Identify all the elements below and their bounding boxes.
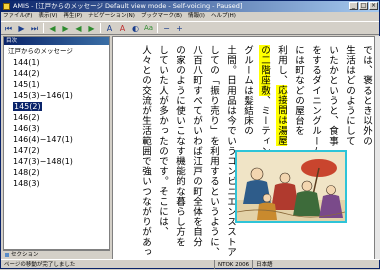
text-column: の家のように使いこなす機能的な暮らし方を: [174, 45, 185, 247]
status-engine: NTOK 2006: [214, 260, 252, 269]
text-column: には町などの屋台を: [293, 45, 304, 136]
play-icon[interactable]: ▶: [16, 23, 27, 34]
fast-forward-icon[interactable]: ▶: [86, 23, 97, 34]
menu-play[interactable]: 再生(P): [64, 12, 83, 21]
toolbar-separator: [100, 23, 101, 33]
rewind-icon[interactable]: ◀: [73, 23, 84, 34]
text-column: 利用し、応接間は湯屋: [276, 45, 287, 147]
prev-section-icon[interactable]: ⏮: [3, 23, 14, 34]
font-size-icon[interactable]: A: [104, 23, 115, 34]
toolbar-separator: [157, 23, 158, 33]
maximize-button[interactable]: □: [359, 2, 368, 10]
text-column: 八百八町すべてがいわば江戸の町全体を自分: [191, 45, 202, 247]
menu-view[interactable]: 表示(V): [38, 12, 57, 21]
ukiyoe-illustration: [235, 150, 347, 223]
close-button[interactable]: ×: [369, 2, 378, 10]
menu-help[interactable]: ヘルプ(H): [211, 12, 236, 21]
table-of-contents-pane: 目次 江戸からのメッセージ 144(1) 144(2) 145(1) 145(3…: [3, 36, 110, 250]
status-bar: ページの移動が完了しました NTOK 2006 日本語: [1, 259, 379, 269]
window-title: AMIS - [江戸からのメッセージ Default view mode - S…: [13, 2, 243, 10]
status-language: 日本語: [252, 260, 276, 269]
toc-tree: 江戸からのメッセージ 144(1) 144(2) 145(1) 145(3)−1…: [4, 45, 109, 189]
highlighted-phrase: の二階座敷: [259, 45, 270, 96]
menu-bookmarks[interactable]: ブックマーク(B): [141, 12, 182, 21]
toc-header: 目次: [4, 37, 109, 45]
toc-item[interactable]: 147(3)−148(1): [8, 156, 109, 167]
app-icon: [3, 3, 10, 10]
menu-file[interactable]: ファイル(F): [3, 12, 32, 21]
text-view[interactable]: では、褒るとき以外の 生活はどのようにして いたかというと、食事 をするダイニン…: [112, 36, 375, 260]
forward-icon[interactable]: ▶: [60, 23, 71, 34]
font-color-icon[interactable]: A: [117, 23, 128, 34]
menu-bar: ファイル(F) 表示(V) 再生(P) ナビゲーション(N) ブックマーク(B)…: [1, 12, 379, 21]
text-column: しての「振り売り」を利用するというように、: [208, 45, 219, 257]
vertical-scrollbar[interactable]: [375, 36, 380, 260]
highlighted-phrase: 応接間は湯屋: [276, 85, 287, 147]
toc-item[interactable]: 147(2): [8, 145, 109, 156]
toc-item-selected[interactable]: 145(2): [8, 101, 109, 112]
text-column: をするダイニングルーム: [310, 45, 321, 157]
menu-info[interactable]: 情報(I): [188, 12, 205, 21]
text-column: では、褒るとき以外の: [361, 45, 372, 146]
toc-item[interactable]: 146(4)−147(1): [8, 134, 109, 145]
text-column: していた人が多かったのです。そこには、: [157, 45, 168, 237]
toc-item[interactable]: 144(1): [8, 57, 109, 68]
text-column: 人々との交流が生活範囲で強いつながりがあった。: [140, 45, 151, 257]
toc-root[interactable]: 江戸からのメッセージ: [8, 46, 109, 57]
toc-item[interactable]: 145(1): [8, 79, 109, 90]
text-column: 土間。日用品は今でいうコンビニエンスストアと: [225, 45, 236, 257]
ukiyoe-figures: [237, 152, 345, 221]
toolbar: ⏮ ▶ ⏭ ◀ ▶ ◀ ▶ A A ◐ Aa − +: [1, 21, 379, 35]
app-window: AMIS - [江戸からのメッセージ Default view mode - S…: [0, 0, 380, 269]
status-message: ページの移動が完了しました: [4, 262, 76, 268]
toc-item[interactable]: 146(3): [8, 123, 109, 134]
next-section-icon[interactable]: ⏭: [29, 23, 40, 34]
text-column: グルームは髪結床の: [242, 45, 253, 136]
toc-item[interactable]: 146(2): [8, 112, 109, 123]
menu-navigation[interactable]: ナビゲーション(N): [88, 12, 135, 21]
volume-up-icon[interactable]: +: [174, 23, 185, 34]
back-icon[interactable]: ◀: [47, 23, 58, 34]
text-column: いたかというと、食事: [327, 45, 338, 146]
text-column: 生活はどのようにして: [344, 45, 355, 146]
vertical-text-columns: では、褒るとき以外の 生活はどのようにして いたかというと、食事 をするダイニン…: [136, 37, 374, 257]
toc-item[interactable]: 148(2): [8, 167, 109, 178]
toolbar-separator: [43, 23, 44, 33]
contrast-icon[interactable]: ◐: [130, 23, 141, 34]
toc-item[interactable]: 145(3)−146(1): [8, 90, 109, 101]
title-bar[interactable]: AMIS - [江戸からのメッセージ Default view mode - S…: [1, 1, 379, 12]
style-icon[interactable]: Aa: [143, 23, 154, 34]
toc-item[interactable]: 148(3): [8, 178, 109, 189]
section-tab[interactable]: セクション: [3, 250, 110, 259]
toc-item[interactable]: 144(2): [8, 68, 109, 79]
minimize-button[interactable]: _: [349, 2, 358, 10]
text-column: の二階座敷、ミーティン: [259, 45, 270, 157]
volume-down-icon[interactable]: −: [161, 23, 172, 34]
